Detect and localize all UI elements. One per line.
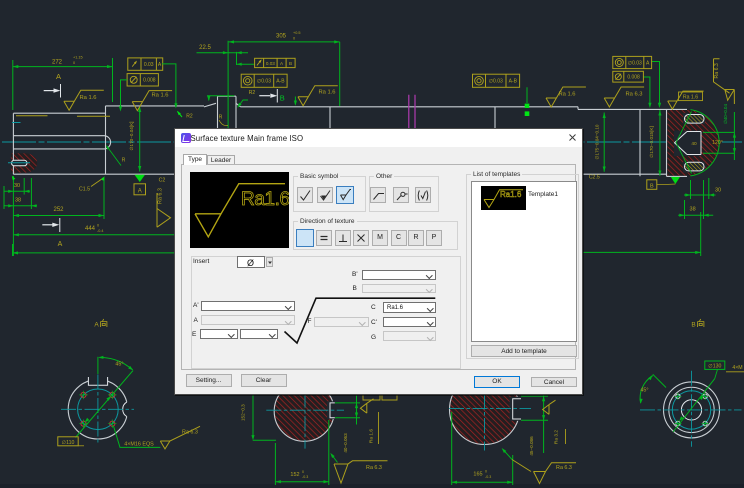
svg-text:152: 152 [290, 472, 299, 478]
svg-text:R: R [122, 158, 126, 164]
svg-text:∅0.03: ∅0.03 [628, 60, 642, 66]
svg-text:0.03: 0.03 [144, 62, 154, 68]
svg-text:152−0.3: 152−0.3 [241, 404, 246, 421]
svg-text:-0.3: -0.3 [302, 475, 308, 479]
svg-text:45°: 45° [115, 361, 123, 367]
svg-text:4×M16 EQS: 4×M16 EQS [124, 442, 154, 448]
svg-text:Ra 6.3: Ra 6.3 [182, 430, 198, 436]
svg-text:165: 165 [473, 472, 482, 478]
svg-text:A: A [158, 62, 162, 68]
svg-text:B: B [289, 61, 292, 66]
svg-text:∅130: ∅130 [708, 364, 721, 370]
svg-text:R2: R2 [249, 90, 256, 96]
svg-text:45°: 45° [640, 388, 648, 394]
svg-text:R: R [219, 115, 223, 121]
svg-text:Ra 1.6: Ra 1.6 [369, 429, 375, 443]
svg-text:0: 0 [73, 61, 75, 65]
svg-text:45−0.086: 45−0.086 [529, 436, 534, 456]
svg-text:4×M: 4×M [732, 365, 742, 371]
svg-text:Ra 3.2: Ra 3.2 [554, 430, 560, 444]
svg-text:272: 272 [52, 60, 63, 66]
svg-text:-0.4: -0.4 [97, 229, 104, 233]
svg-text:A-B: A-B [509, 79, 518, 85]
svg-text:0.008: 0.008 [627, 75, 640, 81]
svg-text:A: A [56, 72, 61, 81]
svg-text:0: 0 [302, 470, 304, 474]
svg-text:A: A [646, 60, 650, 66]
svg-text:120°: 120° [712, 140, 723, 146]
svg-text:0.03: 0.03 [266, 61, 275, 66]
svg-text:Ra1.6: Ra1.6 [241, 189, 289, 210]
svg-text:Ra 6.3: Ra 6.3 [714, 63, 720, 78]
svg-text:∅0.03: ∅0.03 [489, 79, 503, 85]
svg-text:∅175−0.04−0.10: ∅175−0.04−0.10 [595, 124, 600, 159]
svg-text:+0.5: +0.5 [293, 31, 301, 35]
svg-text:A: A [94, 321, 99, 328]
svg-text:A-B: A-B [276, 79, 285, 85]
svg-text:444: 444 [85, 226, 96, 232]
svg-text:-0.3: -0.3 [485, 475, 491, 479]
svg-text:B: B [650, 183, 654, 189]
svg-text:252: 252 [53, 207, 64, 213]
svg-text:Ra 1.6: Ra 1.6 [683, 95, 698, 101]
svg-text:0: 0 [293, 37, 295, 41]
svg-text:38: 38 [690, 207, 696, 213]
svg-text:Ra 1.6: Ra 1.6 [151, 92, 168, 98]
svg-text:A: A [280, 61, 284, 66]
svg-text:Ra 1.6: Ra 1.6 [318, 90, 335, 96]
svg-text:0: 0 [97, 224, 99, 228]
svg-text:Ra 1.6: Ra 1.6 [558, 92, 575, 98]
svg-text:C2.5: C2.5 [589, 175, 600, 181]
svg-text:Ra 6.3: Ra 6.3 [158, 188, 164, 204]
svg-text:∅0.03: ∅0.03 [257, 79, 271, 85]
svg-text:305: 305 [276, 34, 287, 40]
svg-text:R2: R2 [186, 114, 193, 120]
svg-text:Ra 1.6: Ra 1.6 [79, 95, 96, 101]
svg-text:B: B [280, 94, 285, 103]
svg-text:Ra 6.3: Ra 6.3 [625, 92, 642, 98]
svg-text:Ra 6.3: Ra 6.3 [366, 465, 382, 471]
svg-text:A: A [58, 241, 63, 248]
svg-text:38: 38 [15, 198, 21, 204]
svg-text:B: B [691, 321, 695, 328]
svg-text:C2: C2 [159, 178, 166, 184]
svg-text:40: 40 [691, 141, 697, 147]
svg-text:A: A [138, 188, 142, 194]
svg-text:0.008: 0.008 [143, 78, 156, 84]
svg-text:∅170−0.04[K]: ∅170−0.04[K] [129, 122, 134, 151]
svg-text:∅170−0.015[K]: ∅170−0.015[K] [649, 126, 654, 157]
svg-text:C1.5: C1.5 [79, 187, 90, 193]
svg-text:30: 30 [14, 183, 20, 189]
svg-text:+1.15: +1.15 [73, 56, 83, 60]
svg-text:Ra1.6: Ra1.6 [500, 190, 522, 199]
svg-text:∅110: ∅110 [62, 440, 75, 446]
svg-text:22.5: 22.5 [199, 45, 211, 51]
svg-text:30: 30 [715, 188, 721, 194]
svg-text:Ra 6.3: Ra 6.3 [556, 465, 572, 471]
svg-text:40−0.063: 40−0.063 [343, 433, 348, 453]
svg-text:∅40+0.04: ∅40+0.04 [723, 104, 728, 124]
svg-text:0: 0 [485, 470, 487, 474]
